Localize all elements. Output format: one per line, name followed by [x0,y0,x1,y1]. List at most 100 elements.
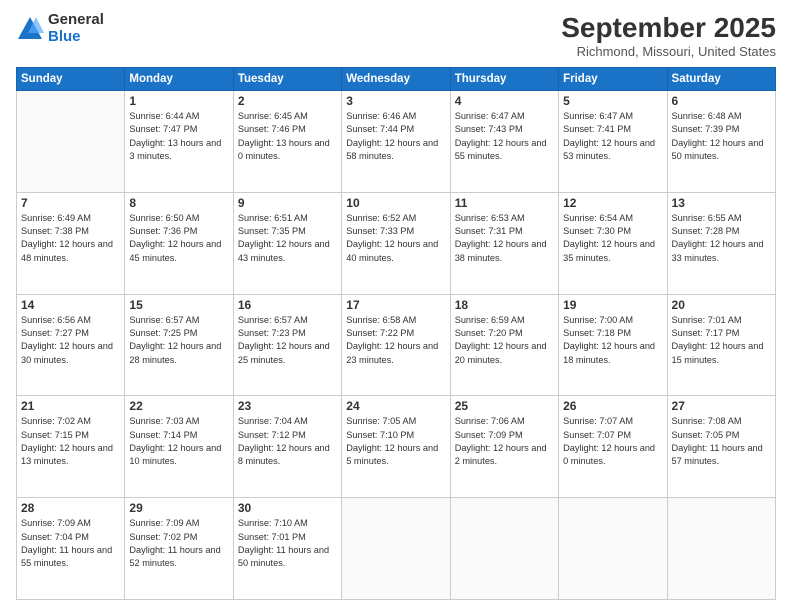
sunset-text: Sunset: 7:18 PM [563,328,631,338]
day-info: Sunrise: 7:06 AM Sunset: 7:09 PM Dayligh… [455,415,554,468]
col-sunday: Sunday [17,68,125,91]
day-number: 3 [346,94,445,108]
col-monday: Monday [125,68,233,91]
sunrise-text: Sunrise: 6:52 AM [346,213,416,223]
day-info: Sunrise: 6:55 AM Sunset: 7:28 PM Dayligh… [672,212,771,265]
sunrise-text: Sunrise: 6:48 AM [672,111,742,121]
table-row [17,91,125,193]
col-friday: Friday [559,68,667,91]
table-row: 26 Sunrise: 7:07 AM Sunset: 7:07 PM Dayl… [559,396,667,498]
daylight-text: Daylight: 12 hours and 15 minutes. [672,341,764,364]
daylight-text: Daylight: 12 hours and 25 minutes. [238,341,330,364]
sunset-text: Sunset: 7:31 PM [455,226,523,236]
sunrise-text: Sunrise: 7:02 AM [21,416,91,426]
table-row: 15 Sunrise: 6:57 AM Sunset: 7:25 PM Dayl… [125,294,233,396]
sunrise-text: Sunrise: 6:47 AM [455,111,525,121]
sunset-text: Sunset: 7:41 PM [563,124,631,134]
sunrise-text: Sunrise: 7:00 AM [563,315,633,325]
sunrise-text: Sunrise: 6:58 AM [346,315,416,325]
logo: General Blue [16,12,104,45]
daylight-text: Daylight: 12 hours and 48 minutes. [21,239,113,262]
day-info: Sunrise: 7:09 AM Sunset: 7:04 PM Dayligh… [21,517,120,570]
daylight-text: Daylight: 12 hours and 30 minutes. [21,341,113,364]
sunrise-text: Sunrise: 7:08 AM [672,416,742,426]
day-info: Sunrise: 7:08 AM Sunset: 7:05 PM Dayligh… [672,415,771,468]
calendar-week-row: 1 Sunrise: 6:44 AM Sunset: 7:47 PM Dayli… [17,91,776,193]
daylight-text: Daylight: 12 hours and 8 minutes. [238,443,330,466]
day-info: Sunrise: 6:50 AM Sunset: 7:36 PM Dayligh… [129,212,228,265]
sunrise-text: Sunrise: 6:57 AM [129,315,199,325]
table-row [450,498,558,600]
sunset-text: Sunset: 7:10 PM [346,430,414,440]
day-info: Sunrise: 7:00 AM Sunset: 7:18 PM Dayligh… [563,314,662,367]
calendar-table: Sunday Monday Tuesday Wednesday Thursday… [16,67,776,600]
sunset-text: Sunset: 7:39 PM [672,124,740,134]
day-number: 8 [129,196,228,210]
day-number: 7 [21,196,120,210]
day-number: 12 [563,196,662,210]
location: Richmond, Missouri, United States [561,44,776,59]
day-info: Sunrise: 6:57 AM Sunset: 7:25 PM Dayligh… [129,314,228,367]
day-info: Sunrise: 6:54 AM Sunset: 7:30 PM Dayligh… [563,212,662,265]
sunset-text: Sunset: 7:22 PM [346,328,414,338]
day-info: Sunrise: 6:58 AM Sunset: 7:22 PM Dayligh… [346,314,445,367]
sunset-text: Sunset: 7:47 PM [129,124,197,134]
sunset-text: Sunset: 7:28 PM [672,226,740,236]
table-row: 18 Sunrise: 6:59 AM Sunset: 7:20 PM Dayl… [450,294,558,396]
day-number: 13 [672,196,771,210]
sunset-text: Sunset: 7:46 PM [238,124,306,134]
table-row: 16 Sunrise: 6:57 AM Sunset: 7:23 PM Dayl… [233,294,341,396]
sunset-text: Sunset: 7:44 PM [346,124,414,134]
sunset-text: Sunset: 7:30 PM [563,226,631,236]
page: General Blue September 2025 Richmond, Mi… [0,0,792,612]
table-row: 22 Sunrise: 7:03 AM Sunset: 7:14 PM Dayl… [125,396,233,498]
sunset-text: Sunset: 7:33 PM [346,226,414,236]
day-info: Sunrise: 6:57 AM Sunset: 7:23 PM Dayligh… [238,314,337,367]
table-row [342,498,450,600]
day-info: Sunrise: 6:52 AM Sunset: 7:33 PM Dayligh… [346,212,445,265]
daylight-text: Daylight: 13 hours and 0 minutes. [238,138,330,161]
table-row: 11 Sunrise: 6:53 AM Sunset: 7:31 PM Dayl… [450,192,558,294]
sunrise-text: Sunrise: 6:53 AM [455,213,525,223]
day-number: 16 [238,298,337,312]
daylight-text: Daylight: 11 hours and 52 minutes. [129,545,220,568]
day-info: Sunrise: 7:05 AM Sunset: 7:10 PM Dayligh… [346,415,445,468]
sunrise-text: Sunrise: 6:50 AM [129,213,199,223]
daylight-text: Daylight: 12 hours and 13 minutes. [21,443,113,466]
sunrise-text: Sunrise: 7:07 AM [563,416,633,426]
sunrise-text: Sunrise: 6:51 AM [238,213,308,223]
day-info: Sunrise: 6:53 AM Sunset: 7:31 PM Dayligh… [455,212,554,265]
sunrise-text: Sunrise: 6:47 AM [563,111,633,121]
day-number: 24 [346,399,445,413]
sunset-text: Sunset: 7:43 PM [455,124,523,134]
sunset-text: Sunset: 7:20 PM [455,328,523,338]
day-number: 5 [563,94,662,108]
table-row: 21 Sunrise: 7:02 AM Sunset: 7:15 PM Dayl… [17,396,125,498]
day-info: Sunrise: 7:04 AM Sunset: 7:12 PM Dayligh… [238,415,337,468]
day-number: 30 [238,501,337,515]
daylight-text: Daylight: 12 hours and 10 minutes. [129,443,221,466]
day-number: 18 [455,298,554,312]
sunset-text: Sunset: 7:01 PM [238,532,306,542]
day-info: Sunrise: 6:47 AM Sunset: 7:41 PM Dayligh… [563,110,662,163]
day-number: 17 [346,298,445,312]
sunset-text: Sunset: 7:35 PM [238,226,306,236]
daylight-text: Daylight: 11 hours and 55 minutes. [21,545,112,568]
sunrise-text: Sunrise: 6:46 AM [346,111,416,121]
sunset-text: Sunset: 7:23 PM [238,328,306,338]
table-row: 8 Sunrise: 6:50 AM Sunset: 7:36 PM Dayli… [125,192,233,294]
table-row: 3 Sunrise: 6:46 AM Sunset: 7:44 PM Dayli… [342,91,450,193]
table-row: 28 Sunrise: 7:09 AM Sunset: 7:04 PM Dayl… [17,498,125,600]
day-number: 29 [129,501,228,515]
daylight-text: Daylight: 11 hours and 50 minutes. [238,545,329,568]
table-row: 30 Sunrise: 7:10 AM Sunset: 7:01 PM Dayl… [233,498,341,600]
col-saturday: Saturday [667,68,775,91]
day-info: Sunrise: 7:09 AM Sunset: 7:02 PM Dayligh… [129,517,228,570]
col-tuesday: Tuesday [233,68,341,91]
sunrise-text: Sunrise: 7:06 AM [455,416,525,426]
daylight-text: Daylight: 12 hours and 35 minutes. [563,239,655,262]
daylight-text: Daylight: 12 hours and 40 minutes. [346,239,438,262]
table-row: 25 Sunrise: 7:06 AM Sunset: 7:09 PM Dayl… [450,396,558,498]
title-section: September 2025 Richmond, Missouri, Unite… [561,12,776,59]
sunrise-text: Sunrise: 7:09 AM [21,518,91,528]
